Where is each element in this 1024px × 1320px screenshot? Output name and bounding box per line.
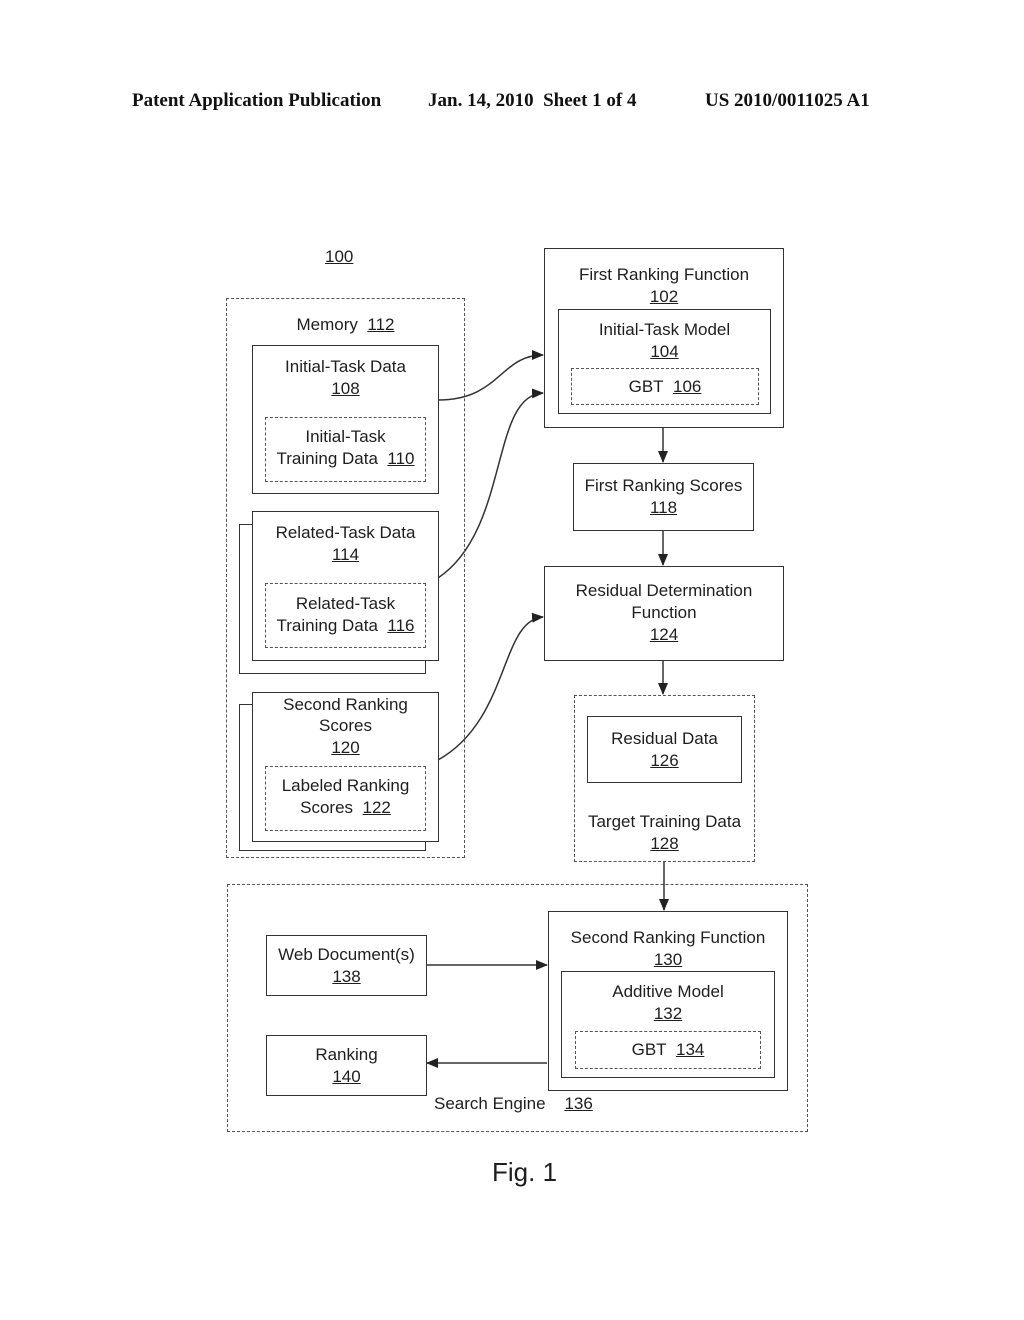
residual-function-box: Residual Determination Function 124: [544, 566, 784, 661]
ranking-box: Ranking 140: [266, 1035, 427, 1096]
second-ranking-scores-line2: Scores: [319, 716, 372, 735]
gbt-134-box: GBT 134: [575, 1031, 761, 1069]
gbt-134-ref: 134: [676, 1040, 705, 1059]
second-ranking-function-box: Second Ranking Function 130 Additive Mod…: [548, 911, 788, 1091]
initial-task-data-label: Initial-Task Data: [285, 357, 406, 376]
related-task-training-data-box: Related-Task Training Data 116: [265, 583, 426, 648]
residual-function-ref: 124: [545, 624, 783, 646]
second-ranking-scores-ref-text: 120: [331, 738, 360, 757]
related-task-training-ref: 116: [387, 616, 415, 635]
gbt-134-text: GBT: [631, 1040, 667, 1059]
first-ranking-scores-label: First Ranking Scores: [584, 476, 743, 495]
additive-model-ref-text: 132: [653, 1004, 683, 1023]
web-documents-box: Web Document(s) 138: [266, 935, 427, 996]
labeled-ranking-text: Scores: [300, 798, 354, 817]
related-task-data-box: Related-Task Data 114 Related-Task Train…: [252, 511, 439, 661]
residual-data-label: Residual Data: [611, 729, 718, 748]
target-training-data-ref: 128: [575, 833, 754, 855]
web-documents-ref-text: 138: [332, 967, 361, 986]
additive-model-label: Additive Model: [612, 982, 724, 1001]
second-ranking-scores-line1: Second Ranking: [283, 695, 408, 714]
second-ranking-scores-box: Second Ranking Scores 120 Labeled Rankin…: [252, 692, 439, 842]
initial-task-data-box: Initial-Task Data 108 Initial-Task Train…: [252, 345, 439, 494]
initial-task-training-ref: 110: [387, 449, 415, 468]
residual-function-line2: Function: [631, 603, 697, 622]
first-ranking-function-box: First Ranking Function 102 Initial-Task …: [544, 248, 784, 428]
initial-task-model-box: Initial-Task Model 104 GBT 106: [558, 309, 771, 414]
search-engine-text: Search Engine: [434, 1094, 546, 1113]
gbt-134-label: GBT 134: [576, 1039, 760, 1061]
additive-model-box: Additive Model 132 GBT 134: [561, 971, 775, 1078]
related-task-data-label: Related-Task Data: [275, 523, 416, 542]
memory-ref: 112: [367, 315, 395, 334]
gbt-106-text: GBT: [628, 377, 664, 396]
second-ranking-function-ref-text: 130: [653, 950, 683, 969]
target-training-data-label: Target Training Data: [587, 812, 742, 831]
related-task-data-ref-text: 114: [331, 545, 360, 564]
initial-task-data-ref: 108: [253, 378, 438, 400]
initial-task-model-ref: 104: [559, 341, 770, 363]
initial-task-training-data-box: Initial-Task Training Data 110: [265, 417, 426, 482]
residual-data-box: Residual Data 126: [587, 716, 742, 783]
labeled-ranking-scores-box: Labeled Ranking Scores 122: [265, 766, 426, 831]
memory-text: Memory: [296, 315, 358, 334]
memory-label: Memory 112: [227, 314, 464, 336]
ranking-label: Ranking: [315, 1045, 378, 1064]
gbt-106-box: GBT 106: [571, 368, 759, 405]
first-ranking-scores-box: First Ranking Scores 118: [573, 463, 754, 531]
first-ranking-function-ref-text: 102: [649, 287, 679, 306]
web-documents-label: Web Document(s): [278, 945, 415, 964]
first-ranking-scores-ref-text: 118: [649, 498, 678, 517]
first-ranking-function-ref: 102: [545, 286, 783, 308]
ranking-ref-text: 140: [332, 1067, 361, 1086]
related-task-data-ref: 114: [253, 544, 438, 566]
labeled-ranking-line2: Scores 122: [266, 797, 425, 819]
gbt-106-ref: 106: [673, 377, 702, 396]
residual-data-ref-text: 126: [650, 751, 679, 770]
gbt-106-label: GBT 106: [572, 376, 758, 398]
related-task-training-line1: Related-Task: [295, 594, 396, 613]
labeled-ranking-line1: Labeled Ranking: [281, 776, 410, 795]
residual-function-line1: Residual Determination: [575, 581, 753, 600]
figure-caption: Fig. 1: [492, 1157, 558, 1187]
initial-task-training-line1: Initial-Task: [305, 427, 386, 446]
related-task-training-text: Training Data: [276, 616, 378, 635]
initial-task-model-ref-text: 104: [650, 342, 679, 361]
web-documents-ref: 138: [267, 966, 426, 988]
second-ranking-function-ref: 130: [549, 949, 787, 971]
initial-task-model-label: Initial-Task Model: [598, 320, 731, 339]
target-training-data-box: Residual Data 126 Target Training Data 1…: [574, 695, 755, 862]
initial-task-training-text: Training Data: [276, 449, 378, 468]
additive-model-ref: 132: [562, 1003, 774, 1025]
target-training-data-ref-text: 128: [650, 834, 679, 853]
ranking-ref: 140: [267, 1066, 426, 1088]
search-engine-ref: 136: [564, 1094, 593, 1113]
initial-task-training-line2: Training Data 110: [266, 448, 425, 470]
residual-function-ref-text: 124: [649, 625, 679, 644]
labeled-ranking-ref: 122: [362, 798, 391, 817]
second-ranking-scores-ref: 120: [253, 737, 438, 759]
initial-task-data-ref-text: 108: [331, 379, 360, 398]
first-ranking-scores-ref: 118: [574, 497, 753, 519]
second-ranking-function-label: Second Ranking Function: [570, 928, 766, 947]
first-ranking-function-label: First Ranking Function: [578, 265, 750, 284]
related-task-training-line2: Training Data 116: [266, 615, 425, 637]
search-engine-label: Search Engine 136: [434, 1094, 593, 1114]
residual-data-ref: 126: [588, 750, 741, 772]
